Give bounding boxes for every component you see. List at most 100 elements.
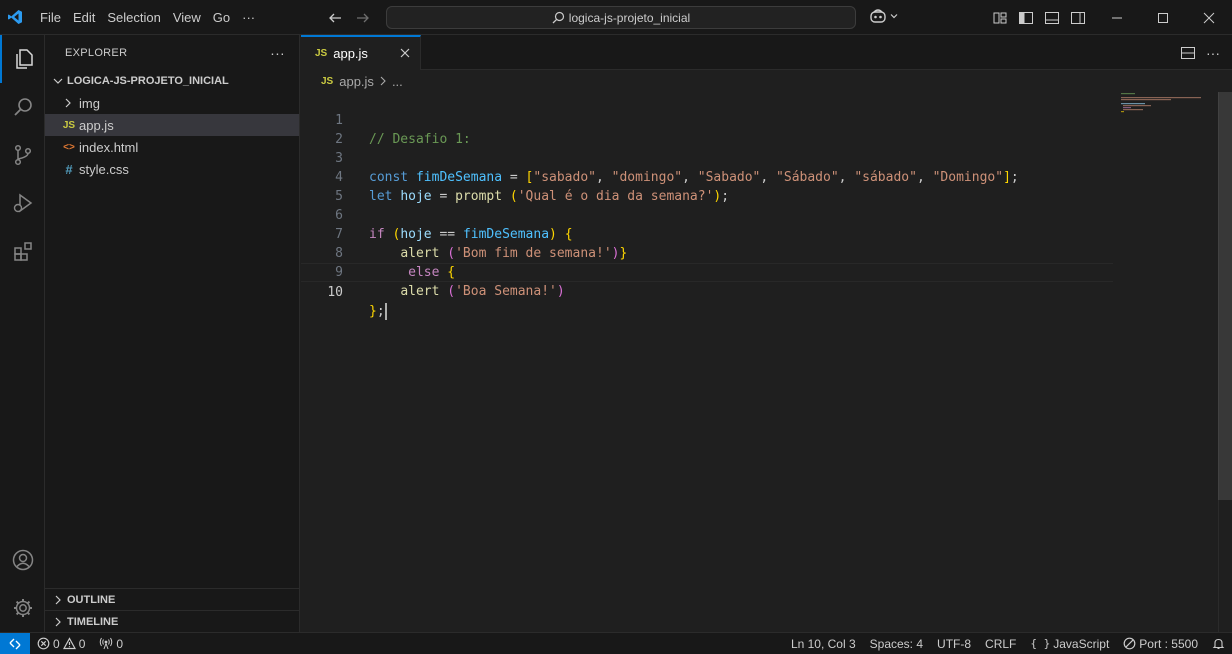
scrollbar-thumb[interactable] xyxy=(1218,92,1232,500)
remote-indicator[interactable] xyxy=(0,632,30,654)
editor-more-button[interactable]: ··· xyxy=(1206,45,1220,61)
search-icon xyxy=(552,11,564,24)
menu-file[interactable]: File xyxy=(34,0,67,35)
workspace-folder[interactable]: LOGICA-JS-PROJETO_INICIAL xyxy=(45,70,299,92)
eol-text: CRLF xyxy=(985,636,1017,651)
error-count: 0 xyxy=(53,636,60,651)
back-arrow-icon[interactable] xyxy=(326,9,344,27)
indentation[interactable]: Spaces: 4 xyxy=(863,633,930,654)
cursor-position-text: Ln 10, Col 3 xyxy=(790,636,856,651)
copilot-button[interactable] xyxy=(869,8,899,24)
run-debug-icon[interactable] xyxy=(0,179,45,227)
menu-go[interactable]: Go xyxy=(207,0,236,35)
braces-icon: { } xyxy=(1030,637,1051,650)
menu-view[interactable]: View xyxy=(167,0,207,35)
tree-item-label: index.html xyxy=(79,139,139,155)
encoding[interactable]: UTF-8 xyxy=(930,633,978,654)
workspace-folder-label: LOGICA-JS-PROJETO_INICIAL xyxy=(67,75,229,87)
settings-gear-icon[interactable] xyxy=(0,584,45,632)
code-line-5: 5 xyxy=(301,168,1113,204)
indentation-text: Spaces: 4 xyxy=(869,636,924,651)
chevron-right-icon xyxy=(380,76,386,86)
breadcrumb-more[interactable]: ... xyxy=(392,74,403,89)
tree-item-style-css[interactable]: # style.css xyxy=(45,158,299,180)
maximize-icon[interactable] xyxy=(1140,0,1186,35)
close-window-icon[interactable] xyxy=(1186,0,1232,35)
activity-bar xyxy=(0,35,45,632)
end-of-line[interactable]: CRLF xyxy=(978,633,1023,654)
search-icon[interactable] xyxy=(0,83,45,131)
menu-more[interactable]: ··· xyxy=(236,0,261,35)
css-file-icon: # xyxy=(65,161,73,177)
explorer-more-button[interactable]: ··· xyxy=(270,45,285,61)
menu-bar: File Edit Selection View Go ··· xyxy=(34,0,261,35)
copilot-icon xyxy=(870,9,886,23)
live-server-port[interactable]: Port : 5500 xyxy=(1116,633,1205,654)
bell-icon xyxy=(1212,638,1225,650)
js-file-icon: JS xyxy=(315,48,328,59)
problems-indicator[interactable]: 0 0 xyxy=(30,633,92,654)
status-right: Ln 10, Col 3 Spaces: 4 UTF-8 CRLF { } Ja… xyxy=(784,633,1232,654)
chevron-right-icon xyxy=(55,617,61,626)
toggle-panel-icon[interactable] xyxy=(1044,10,1060,26)
tree-item-index-html[interactable]: <> index.html xyxy=(45,136,299,158)
breadcrumb: JS app.js ... xyxy=(301,70,1232,92)
ports-indicator[interactable]: 0 xyxy=(92,633,130,654)
toggle-secondary-sidebar-icon[interactable] xyxy=(1070,10,1086,26)
line-number: 10 xyxy=(327,285,343,300)
tree-item-img[interactable]: img xyxy=(45,92,299,114)
accounts-icon[interactable] xyxy=(0,536,45,584)
code-line-4: 4 let hoje = prompt ('Qual é o dia da se… xyxy=(301,149,1113,204)
code-line-2: 2 xyxy=(301,111,1113,147)
split-editor-icon[interactable] xyxy=(1180,45,1196,61)
tree-item-label: app.js xyxy=(79,117,114,133)
toggle-primary-sidebar-icon[interactable] xyxy=(1018,10,1034,26)
command-center-text: logica-js-projeto_inicial xyxy=(568,10,691,25)
js-file-icon: JS xyxy=(62,119,76,131)
port-text: Port : 5500 xyxy=(1139,636,1198,651)
navigation-arrows xyxy=(326,0,372,35)
notifications[interactable] xyxy=(1205,633,1232,654)
chevron-right-icon xyxy=(55,595,61,604)
minimap[interactable] xyxy=(1119,92,1219,132)
language-text: JavaScript xyxy=(1053,636,1110,651)
language-mode[interactable]: { } JavaScript xyxy=(1023,633,1116,654)
status-bar: 0 0 0 Ln 10, Col 3 Spaces: 4 UTF-8 CRLF … xyxy=(0,632,1232,654)
ports-count: 0 xyxy=(116,636,124,651)
tab-app-js[interactable]: JS app.js xyxy=(301,35,421,70)
code-string: 'Boa Semana!' xyxy=(455,284,557,299)
explorer-title: EXPLORER xyxy=(65,46,128,59)
explorer-sidebar: EXPLORER ··· LOGICA-JS-PROJETO_INICIAL i… xyxy=(45,35,300,632)
explorer-icon[interactable] xyxy=(0,35,45,83)
tab-label: app.js xyxy=(333,46,368,61)
text-cursor xyxy=(384,303,387,320)
customize-layout-icon[interactable] xyxy=(992,10,1008,26)
layout-controls xyxy=(992,0,1086,35)
timeline-section[interactable]: TIMELINE xyxy=(45,610,300,632)
tree-item-app-js[interactable]: JS app.js xyxy=(45,114,299,136)
html-file-icon: <> xyxy=(63,141,75,153)
menu-edit[interactable]: Edit xyxy=(67,0,101,35)
code-line-3: 3 const fimDeSemana = ["sabado", "doming… xyxy=(301,130,1113,185)
encoding-text: UTF-8 xyxy=(937,636,972,651)
forward-arrow-icon[interactable] xyxy=(354,9,372,27)
close-icon[interactable] xyxy=(398,46,412,60)
source-control-icon[interactable] xyxy=(0,131,45,179)
chevron-down-icon xyxy=(53,78,63,84)
broadcast-icon xyxy=(100,637,113,650)
minimize-icon[interactable] xyxy=(1094,0,1140,35)
code-line-10: 10 }; xyxy=(301,263,1113,320)
menu-selection[interactable]: Selection xyxy=(101,0,166,35)
code-function: alert xyxy=(400,284,440,299)
command-center-search[interactable]: logica-js-projeto_inicial xyxy=(386,6,856,29)
cursor-position[interactable]: Ln 10, Col 3 xyxy=(784,633,863,654)
breadcrumb-file[interactable]: app.js xyxy=(339,74,374,89)
code-editor[interactable]: 1 // Desafio 1: 2 3 const fimDeSemana = … xyxy=(301,92,1232,632)
outline-section[interactable]: OUTLINE xyxy=(45,588,300,610)
outline-label: OUTLINE xyxy=(67,593,116,606)
extensions-icon[interactable] xyxy=(0,227,45,275)
warning-count: 0 xyxy=(78,636,86,651)
window-controls xyxy=(1094,0,1232,35)
warning-icon xyxy=(62,637,76,650)
editor-scrollbar[interactable] xyxy=(1218,92,1232,632)
